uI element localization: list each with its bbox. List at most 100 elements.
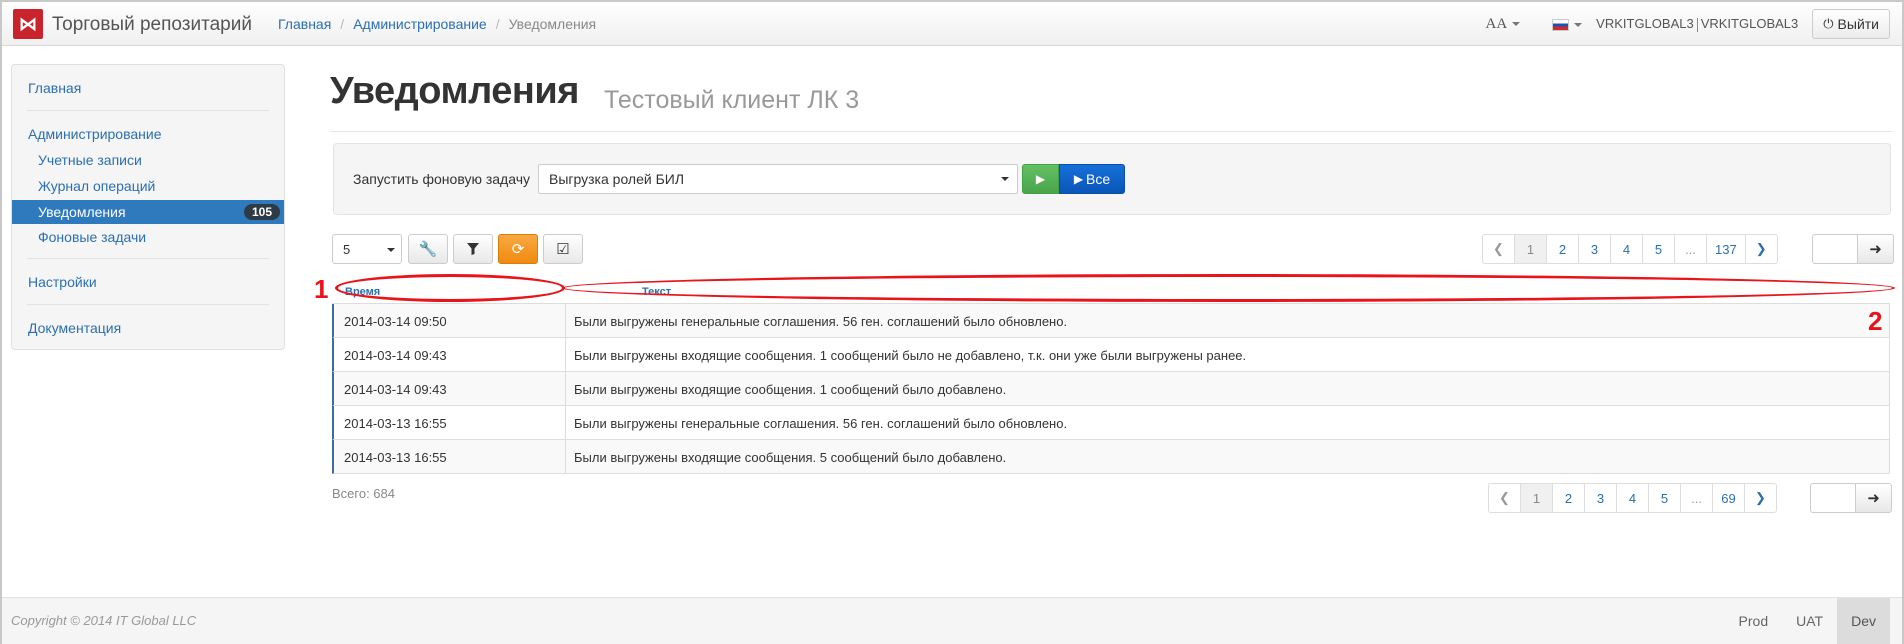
run-all-button[interactable]: ▶ Все bbox=[1059, 164, 1125, 194]
font-size-toggle[interactable]: AA bbox=[1485, 15, 1521, 33]
page-button[interactable]: 3 bbox=[1578, 234, 1611, 264]
language-toggle[interactable] bbox=[1552, 16, 1583, 32]
annotation-label-2: 2 bbox=[1868, 306, 1883, 336]
table-row[interactable]: 2014-03-14 09:50 Были выгружены генераль… bbox=[332, 304, 1890, 338]
sidebar-item-accounts[interactable]: Учетные записи bbox=[38, 152, 142, 168]
app-title[interactable]: Торговый репозитарий bbox=[52, 14, 252, 36]
chevron-down-icon bbox=[387, 248, 395, 252]
cell-time: 2014-03-14 09:43 bbox=[344, 382, 447, 397]
annotation-label-1: 1 bbox=[314, 274, 329, 304]
breadcrumb-admin[interactable]: Администрирование bbox=[353, 16, 487, 32]
page-button[interactable]: 137 bbox=[1706, 234, 1746, 264]
breadcrumb-home[interactable]: Главная bbox=[278, 16, 331, 32]
page-button[interactable]: 4 bbox=[1610, 234, 1643, 264]
page-button[interactable]: 3 bbox=[1584, 483, 1617, 513]
font-size-icon: AA bbox=[1485, 15, 1508, 32]
page-button[interactable]: 2 bbox=[1552, 483, 1585, 513]
arrow-right-icon: ➜ bbox=[1869, 241, 1882, 258]
russian-flag-icon bbox=[1552, 19, 1570, 32]
goto-page-input[interactable] bbox=[1810, 483, 1856, 513]
select-button[interactable]: ☑ bbox=[543, 234, 583, 264]
table-row[interactable]: 2014-03-13 16:55 Были выгружены генераль… bbox=[332, 406, 1890, 440]
background-task-panel: Запустить фоновую задачу Выгрузка ролей … bbox=[333, 143, 1891, 215]
sidebar-item-notifications[interactable]: Уведомления 105 bbox=[12, 200, 284, 224]
logout-button[interactable]: ⏻ Выйти bbox=[1812, 9, 1890, 39]
sidebar-item-docs[interactable]: Документация bbox=[28, 320, 121, 336]
annotation-ellipse-time bbox=[335, 274, 565, 302]
sidebar-item-home[interactable]: Главная bbox=[28, 80, 81, 96]
refresh-button[interactable]: ⟳ bbox=[498, 234, 538, 264]
play-icon: ▶ bbox=[1073, 172, 1084, 186]
breadcrumb-separator: / bbox=[340, 16, 345, 32]
chevron-down-icon bbox=[1001, 177, 1009, 181]
next-page-button[interactable]: ❯ bbox=[1744, 234, 1778, 264]
cell-time: 2014-03-14 09:43 bbox=[344, 348, 447, 363]
prev-page-button[interactable]: ❮ bbox=[1482, 234, 1515, 264]
table-row[interactable]: 2014-03-14 09:43 Были выгружены входящие… bbox=[332, 338, 1890, 372]
environment-tabs: Prod UAT Dev bbox=[1725, 598, 1890, 644]
page-title: Уведомления bbox=[330, 70, 579, 112]
chevron-down-icon bbox=[1512, 22, 1521, 27]
filter-button[interactable] bbox=[453, 234, 493, 264]
cell-text: Были выгружены входящие сообщения. 1 соо… bbox=[574, 382, 1007, 397]
cell-time: 2014-03-13 16:55 bbox=[344, 416, 447, 431]
page-button[interactable]: 2 bbox=[1546, 234, 1579, 264]
task-select[interactable]: Выгрузка ролей БИЛ bbox=[538, 164, 1018, 194]
sidebar-item-journal[interactable]: Журнал операций bbox=[38, 178, 155, 194]
sidebar-item-background-tasks[interactable]: Фоновые задачи bbox=[38, 229, 146, 245]
run-task-button[interactable]: ▶ bbox=[1022, 164, 1059, 194]
user-name: VRKITGLOBAL3 bbox=[1596, 16, 1694, 32]
page-ellipsis: ... bbox=[1680, 483, 1713, 513]
filter-icon bbox=[467, 243, 479, 255]
goto-page-input[interactable] bbox=[1812, 234, 1858, 264]
page-button[interactable]: 5 bbox=[1642, 234, 1675, 264]
cell-text: Были выгружены входящие сообщения. 5 соо… bbox=[574, 450, 1007, 465]
env-tab-dev[interactable]: Dev bbox=[1837, 598, 1890, 644]
page-subtitle: Тестовый клиент ЛК 3 bbox=[604, 86, 860, 114]
cell-time: 2014-03-13 16:55 bbox=[344, 450, 447, 465]
page-button[interactable]: 4 bbox=[1616, 483, 1649, 513]
page-button[interactable]: 69 bbox=[1712, 483, 1745, 513]
refresh-icon: ⟳ bbox=[511, 241, 525, 258]
breadcrumb-separator: / bbox=[495, 16, 500, 32]
page-button[interactable]: 5 bbox=[1648, 483, 1681, 513]
chevron-down-icon bbox=[1574, 23, 1583, 28]
goto-page-button[interactable]: ➜ bbox=[1858, 234, 1894, 264]
table-row[interactable]: 2014-03-14 09:43 Были выгружены входящие… bbox=[332, 372, 1890, 406]
power-icon: ⏻ bbox=[1823, 16, 1834, 31]
cell-text: Были выгружены генеральные соглашения. 5… bbox=[574, 314, 1068, 329]
env-tab-prod[interactable]: Prod bbox=[1725, 598, 1783, 644]
pagination-top: ❮ 1 2 3 4 5 ... 137 ❯ bbox=[1482, 234, 1778, 264]
sidebar: Главная Администрирование Учетные записи… bbox=[11, 64, 285, 350]
next-page-button[interactable]: ❯ bbox=[1744, 483, 1777, 513]
page-size-select[interactable]: 5 bbox=[332, 234, 402, 264]
env-tab-uat[interactable]: UAT bbox=[1782, 598, 1837, 644]
page-button[interactable]: 1 bbox=[1514, 234, 1547, 264]
cell-time: 2014-03-14 09:50 bbox=[344, 314, 447, 329]
table-row[interactable]: 2014-03-13 16:55 Были выгружены входящие… bbox=[332, 440, 1890, 474]
arrow-right-icon: ➜ bbox=[1867, 490, 1880, 507]
page-ellipsis: ... bbox=[1674, 234, 1707, 264]
task-label: Запустить фоновую задачу bbox=[353, 171, 530, 187]
brand-logo[interactable]: ⋈ bbox=[13, 9, 43, 39]
goto-page-button[interactable]: ➜ bbox=[1856, 483, 1892, 513]
checkbox-icon: ☑ bbox=[556, 241, 570, 258]
sidebar-item-admin[interactable]: Администрирование bbox=[28, 126, 162, 142]
cell-text: Были выгружены генеральные соглашения. 5… bbox=[574, 416, 1068, 431]
breadcrumb: Главная / Администрирование / Уведомлени… bbox=[278, 16, 596, 32]
footer: Copyright © 2014 IT Global LLC Prod UAT … bbox=[2, 597, 1902, 644]
pagination-bottom: ❮ 1 2 3 4 5 ... 69 ❯ bbox=[1488, 483, 1777, 513]
user-info: VRKITGLOBAL3 VRKITGLOBAL3 bbox=[1596, 16, 1798, 32]
settings-button[interactable]: 🔧 bbox=[408, 234, 448, 264]
breadcrumb-current: Уведомления bbox=[508, 16, 597, 32]
goto-page: ➜ bbox=[1810, 483, 1892, 513]
wrench-icon: 🔧 bbox=[418, 241, 438, 258]
sidebar-item-settings[interactable]: Настройки bbox=[28, 274, 97, 290]
org-name: VRKITGLOBAL3 bbox=[1700, 16, 1799, 32]
page-button[interactable]: 1 bbox=[1520, 483, 1553, 513]
logout-label: Выйти bbox=[1837, 16, 1879, 32]
top-navbar: ⋈ Торговый репозитарий Главная / Админис… bbox=[2, 2, 1902, 46]
copyright: Copyright © 2014 IT Global LLC bbox=[11, 613, 197, 628]
sidebar-item-label: Уведомления bbox=[38, 204, 126, 220]
prev-page-button[interactable]: ❮ bbox=[1488, 483, 1521, 513]
